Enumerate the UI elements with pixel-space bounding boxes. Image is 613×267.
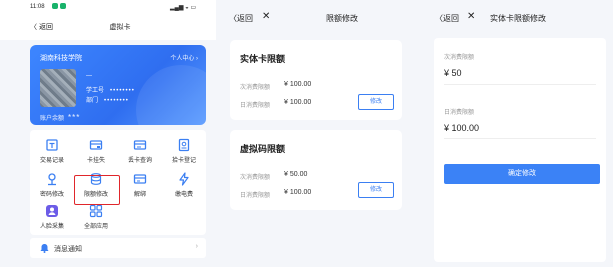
card-decoration [136, 65, 206, 125]
card-name-row: — [86, 73, 92, 79]
grid-item-label: 卡挂失 [86, 158, 105, 164]
virtual-card-screen: 11:08 ▂▄▆ ◒ ▭ 〈 返回 虚拟卡 湖南科技学院 个人中心 › — 学… [0, 0, 216, 267]
card-dept-row: 部门 •••••••• [86, 95, 129, 104]
close-icon[interactable]: ✕ [467, 11, 475, 22]
unbind-icon [133, 174, 147, 184]
grid-item-electricity[interactable]: 缴电费 [162, 172, 206, 198]
per-limit-label: 次消费限额 [444, 55, 475, 61]
highlight-box [74, 175, 120, 205]
notification-icons [52, 3, 66, 9]
per-limit-value: ¥ 100.00 [284, 81, 312, 88]
signal-wifi-battery-icon: ▂▄▆ ◒ ▭ [170, 5, 197, 11]
per-limit-input[interactable]: ¥ 50 [444, 68, 462, 78]
card-dept-label: 部门 [86, 98, 99, 104]
nav-bar: 〈 返回 虚拟卡 [0, 14, 216, 40]
page-title: 虚拟卡 [109, 24, 131, 31]
card-register-icon [178, 138, 190, 152]
grid-item-label: 拾卡登记 [171, 158, 196, 164]
grid-item-found-card-register[interactable]: 拾卡登记 [162, 138, 206, 164]
daily-limit-label: 日消费限额 [240, 103, 271, 109]
card-id-label: 学工号 [86, 88, 105, 94]
grid-item-transactions[interactable]: 交易记录 [30, 138, 74, 164]
message-label: 消息通知 [54, 246, 82, 253]
back-button[interactable]: 〈返回 [229, 13, 253, 24]
card-lock-icon [89, 140, 103, 150]
daily-limit-label: 日消费限额 [240, 193, 271, 199]
close-icon[interactable]: ✕ [262, 11, 270, 22]
balance-label: 账户余额 [40, 116, 65, 122]
per-limit-label: 次消费限额 [240, 85, 271, 91]
back-button[interactable]: 〈返回 [435, 13, 459, 24]
per-limit-value: ¥ 50.00 [284, 171, 308, 178]
nav-bar: 〈返回 ✕ 实体卡限额修改 [416, 0, 613, 36]
card-dept-value: •••••••• [104, 98, 129, 104]
daily-limit-value: ¥ 100.00 [284, 99, 312, 106]
campus-card[interactable]: 湖南科技学院 个人中心 › — 学工号 •••••••• 部门 •••••••• 账… [30, 45, 206, 125]
grid-item-label: 交易记录 [39, 158, 64, 164]
grid-item-lost-card-query[interactable]: 丢卡查询 [118, 138, 162, 164]
limit-modify-screen: 〈返回 ✕ 限额修改 实体卡限额 次消费限额 ¥ 100.00 日消费限额 ¥ … [216, 0, 416, 267]
confirm-button[interactable]: 确定修改 [444, 164, 600, 184]
status-bar: 11:08 ▂▄▆ ◒ ▭ [0, 0, 216, 14]
grid-item-all-apps[interactable]: 全部应用 [74, 204, 118, 230]
balance-value: *** [68, 113, 81, 122]
grid-item-face-capture[interactable]: 人脸采集 [30, 204, 74, 230]
physical-card-limit-card: 实体卡限额 次消费限额 ¥ 100.00 日消费限额 ¥ 100.00 修改 [230, 40, 402, 120]
chevron-right-icon: › [195, 243, 198, 250]
page-title: 实体卡限额修改 [490, 14, 546, 23]
grid-item-report-lost[interactable]: 卡挂失 [74, 138, 118, 164]
edit-button[interactable]: 修改 [358, 94, 394, 110]
card-search-icon [133, 140, 147, 150]
apps-icon [89, 204, 103, 218]
physical-limit-edit-screen: 〈返回 ✕ 实体卡限额修改 次消费限额 ¥ 50 日消费限额 ¥ 100.00 … [416, 0, 613, 267]
status-time: 11:08 [30, 4, 45, 10]
grid-item-label: 全部应用 [83, 224, 108, 230]
message-notification-bar[interactable]: 消息通知 › [30, 238, 206, 258]
balance-row: 账户余额 *** [40, 113, 80, 122]
receipt-icon [46, 139, 58, 151]
daily-limit-label: 日消费限额 [444, 110, 475, 116]
divider [444, 138, 596, 139]
card-name-masked: — [86, 73, 92, 79]
face-icon [46, 205, 58, 217]
daily-limit-value: ¥ 100.00 [284, 189, 312, 196]
school-name: 湖南科技学院 [40, 55, 82, 62]
avatar [40, 69, 76, 107]
key-icon [48, 173, 56, 186]
virtual-code-limit-card: 虚拟码限额 次消费限额 ¥ 50.00 日消费限额 ¥ 100.00 修改 [230, 130, 402, 210]
card-id-row: 学工号 •••••••• [86, 85, 135, 94]
section-title: 虚拟码限额 [240, 144, 286, 154]
grid-item-label: 人脸采集 [39, 224, 64, 230]
daily-limit-input[interactable]: ¥ 100.00 [444, 123, 479, 133]
grid-item-label: 解绑 [133, 192, 146, 198]
grid-item-label: 丢卡查询 [127, 158, 152, 164]
nav-bar: 〈返回 ✕ 限额修改 [216, 0, 416, 36]
grid-item-change-password[interactable]: 密码修改 [30, 172, 74, 198]
personal-center-link[interactable]: 个人中心 › [170, 53, 198, 62]
limit-edit-form: 次消费限额 ¥ 50 日消费限额 ¥ 100.00 确定修改 [434, 38, 606, 262]
grid-item-label: 缴电费 [174, 192, 193, 198]
section-title: 实体卡限额 [240, 54, 286, 64]
bell-icon [40, 244, 49, 253]
card-id-value: •••••••• [110, 88, 135, 94]
lightning-icon [179, 172, 189, 186]
grid-item-label: 密码修改 [39, 192, 64, 198]
per-limit-label: 次消费限额 [240, 175, 271, 181]
page-title: 限额修改 [326, 14, 358, 23]
divider [444, 84, 596, 85]
grid-item-unbind[interactable]: 解绑 [118, 172, 162, 198]
edit-button[interactable]: 修改 [358, 182, 394, 198]
